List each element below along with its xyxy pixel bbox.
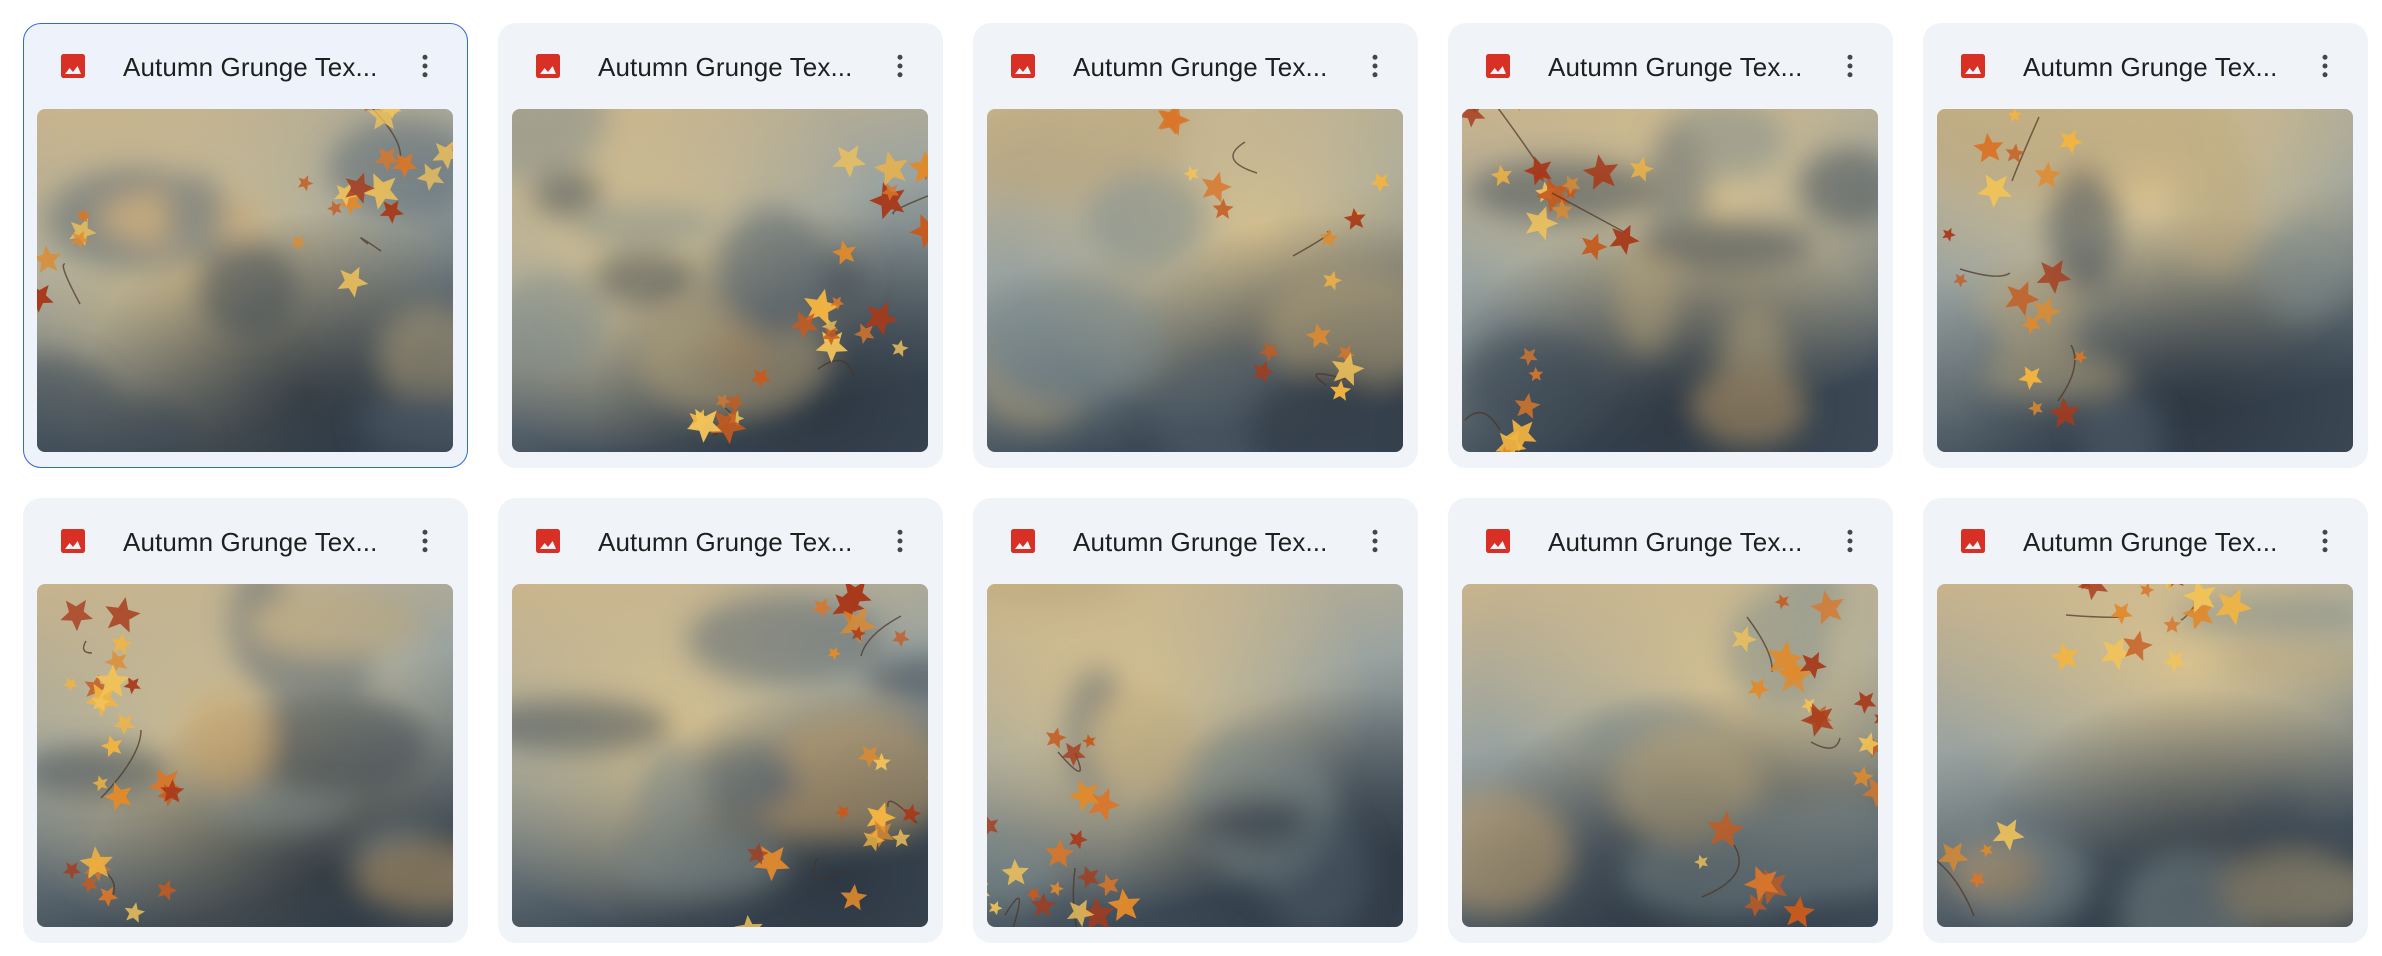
file-grid: Autumn Grunge Tex... Autumn Grunge Tex..… — [23, 23, 2368, 943]
texture-image — [1462, 584, 1878, 927]
more-vert-icon — [1847, 529, 1853, 553]
more-options-button[interactable] — [879, 520, 921, 562]
file-title[interactable]: Autumn Grunge Tex... — [123, 52, 393, 82]
image-file-icon — [536, 54, 560, 78]
image-thumbnail[interactable] — [512, 109, 928, 452]
image-thumbnail[interactable] — [1937, 109, 2353, 452]
texture-image — [987, 109, 1403, 452]
image-thumbnail[interactable] — [987, 109, 1403, 452]
image-thumbnail[interactable] — [37, 584, 453, 927]
file-title[interactable]: Autumn Grunge Tex... — [2023, 527, 2293, 557]
texture-image — [1937, 584, 2353, 927]
image-thumbnail[interactable] — [987, 584, 1403, 927]
more-vert-icon — [2322, 529, 2328, 553]
file-card-header: Autumn Grunge Tex... — [973, 498, 1418, 584]
file-card-header: Autumn Grunge Tex... — [23, 498, 468, 584]
more-options-button[interactable] — [2304, 520, 2346, 562]
texture-image — [987, 584, 1403, 927]
image-thumbnail[interactable] — [37, 109, 453, 452]
more-options-button[interactable] — [1354, 520, 1396, 562]
file-card[interactable]: Autumn Grunge Tex... — [1923, 498, 2368, 943]
file-card[interactable]: Autumn Grunge Tex... — [1448, 23, 1893, 468]
image-file-icon — [1011, 54, 1035, 78]
texture-image — [512, 584, 928, 927]
file-card-header: Autumn Grunge Tex... — [1923, 498, 2368, 584]
file-card-header: Autumn Grunge Tex... — [498, 23, 943, 109]
file-card-header: Autumn Grunge Tex... — [1923, 23, 2368, 109]
more-options-button[interactable] — [1829, 45, 1871, 87]
image-thumbnail[interactable] — [1462, 109, 1878, 452]
file-card[interactable]: Autumn Grunge Tex... — [23, 498, 468, 943]
texture-image — [37, 584, 453, 927]
file-title[interactable]: Autumn Grunge Tex... — [1548, 52, 1818, 82]
more-vert-icon — [1372, 54, 1378, 78]
file-card[interactable]: Autumn Grunge Tex... — [973, 498, 1418, 943]
image-file-icon — [61, 54, 85, 78]
more-vert-icon — [897, 54, 903, 78]
file-title[interactable]: Autumn Grunge Tex... — [1073, 527, 1343, 557]
more-options-button[interactable] — [1829, 520, 1871, 562]
file-title[interactable]: Autumn Grunge Tex... — [1073, 52, 1343, 82]
image-thumbnail[interactable] — [512, 584, 928, 927]
file-card-header: Autumn Grunge Tex... — [1448, 23, 1893, 109]
image-file-icon — [536, 529, 560, 553]
texture-image — [37, 109, 453, 452]
file-title[interactable]: Autumn Grunge Tex... — [123, 527, 393, 557]
image-file-icon — [1486, 529, 1510, 553]
texture-image — [512, 109, 928, 452]
more-vert-icon — [2322, 54, 2328, 78]
image-file-icon — [1011, 529, 1035, 553]
file-title[interactable]: Autumn Grunge Tex... — [2023, 52, 2293, 82]
file-card[interactable]: Autumn Grunge Tex... — [1923, 23, 2368, 468]
file-card[interactable]: Autumn Grunge Tex... — [23, 23, 468, 468]
more-vert-icon — [1847, 54, 1853, 78]
file-card[interactable]: Autumn Grunge Tex... — [973, 23, 1418, 468]
image-file-icon — [1961, 529, 1985, 553]
file-title[interactable]: Autumn Grunge Tex... — [1548, 527, 1818, 557]
texture-image — [1937, 109, 2353, 452]
image-file-icon — [1961, 54, 1985, 78]
file-card[interactable]: Autumn Grunge Tex... — [498, 498, 943, 943]
file-title[interactable]: Autumn Grunge Tex... — [598, 527, 868, 557]
more-options-button[interactable] — [1354, 45, 1396, 87]
image-file-icon — [1486, 54, 1510, 78]
more-options-button[interactable] — [879, 45, 921, 87]
more-options-button[interactable] — [404, 45, 446, 87]
image-thumbnail[interactable] — [1937, 584, 2353, 927]
more-options-button[interactable] — [2304, 45, 2346, 87]
file-card-header: Autumn Grunge Tex... — [973, 23, 1418, 109]
file-title[interactable]: Autumn Grunge Tex... — [598, 52, 868, 82]
image-file-icon — [61, 529, 85, 553]
file-card-header: Autumn Grunge Tex... — [1448, 498, 1893, 584]
file-card-header: Autumn Grunge Tex... — [498, 498, 943, 584]
more-options-button[interactable] — [404, 520, 446, 562]
image-thumbnail[interactable] — [1462, 584, 1878, 927]
more-vert-icon — [422, 529, 428, 553]
file-card[interactable]: Autumn Grunge Tex... — [1448, 498, 1893, 943]
more-vert-icon — [422, 54, 428, 78]
file-card[interactable]: Autumn Grunge Tex... — [498, 23, 943, 468]
texture-image — [1462, 109, 1878, 452]
more-vert-icon — [897, 529, 903, 553]
more-vert-icon — [1372, 529, 1378, 553]
file-card-header: Autumn Grunge Tex... — [23, 23, 468, 109]
